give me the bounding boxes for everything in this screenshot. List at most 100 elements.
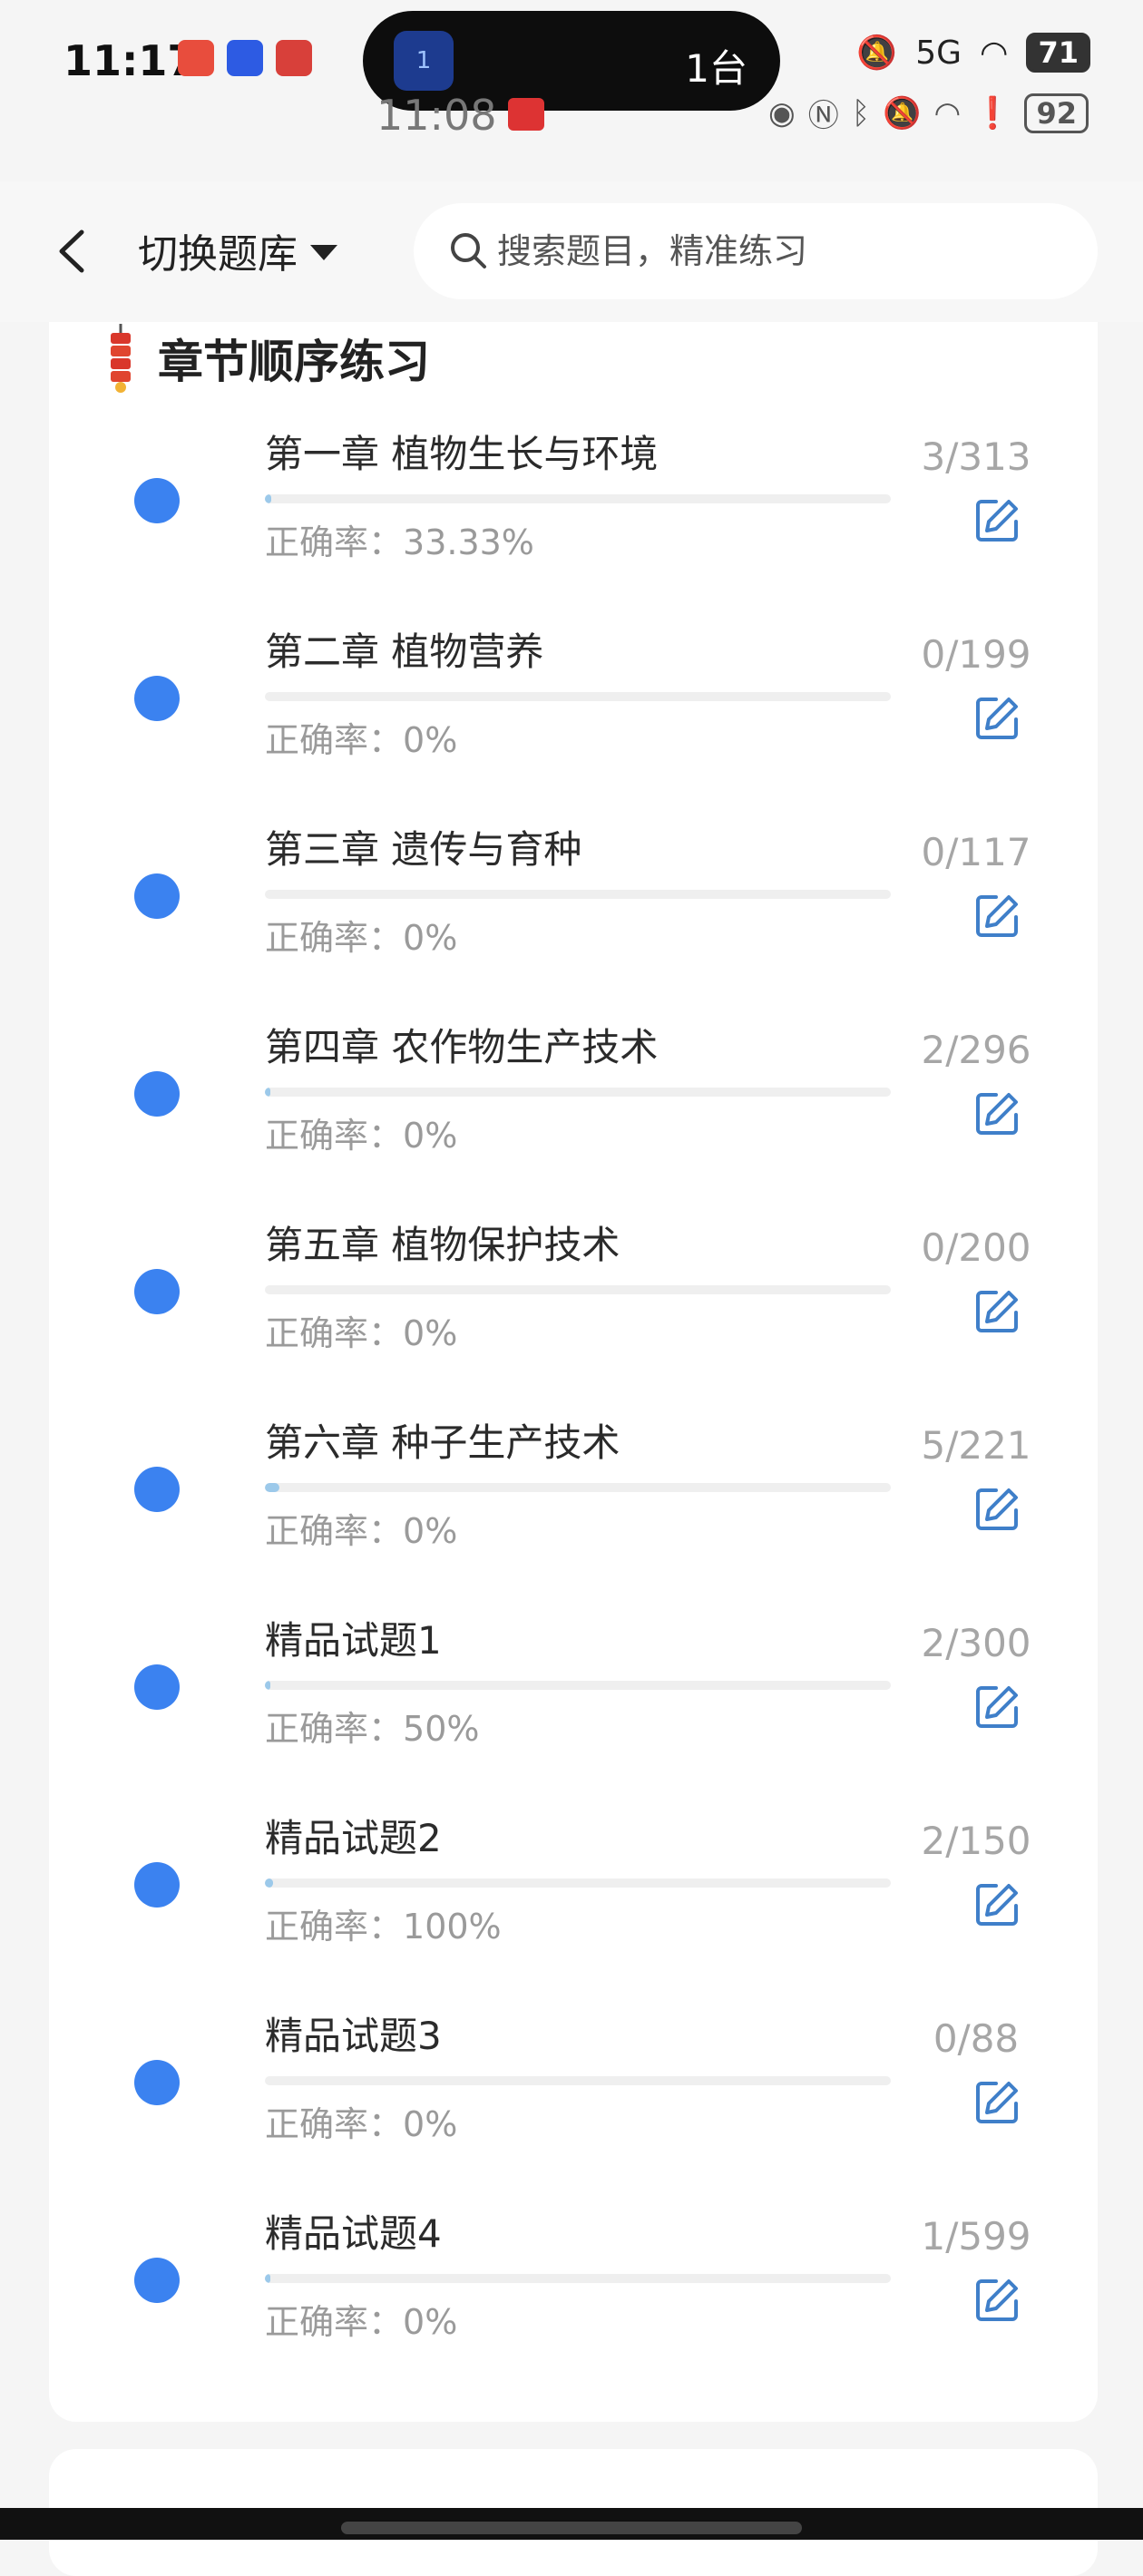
status-indicators: 🔕 5G ◠ 71 — [856, 33, 1090, 73]
chapter-count: 2/300 — [921, 1621, 1031, 1665]
accuracy-label: 正确率： — [265, 2302, 404, 2342]
chapter-progress-bar — [265, 890, 891, 899]
chapter-title: 第六章 种子生产技术 — [265, 1420, 620, 1465]
notification-icons — [178, 40, 312, 76]
chapter-row[interactable]: 第五章 植物保护技术 正确率：0% 0/200 — [49, 1204, 1098, 1401]
alert-icon: ❗ — [973, 94, 1012, 132]
chapter-bullet-icon — [134, 873, 180, 919]
accuracy-value: 0% — [403, 1313, 458, 1353]
search-bar[interactable] — [414, 203, 1098, 299]
chapter-title: 第三章 遗传与育种 — [265, 827, 582, 872]
chapter-progress-bar — [265, 2274, 891, 2283]
home-indicator[interactable] — [341, 2522, 802, 2534]
accuracy-label: 正确率： — [265, 1511, 404, 1551]
chapter-title: 第四章 农作物生产技术 — [265, 1025, 659, 1069]
edit-icon[interactable] — [972, 1089, 1021, 1138]
switch-bank-label: 切换题库 — [138, 231, 298, 278]
chapter-progress-bar — [265, 1088, 891, 1097]
accuracy-value: 33.33% — [403, 522, 534, 562]
chapter-bullet-icon — [134, 1664, 180, 1710]
chapter-accuracy: 正确率：0% — [265, 1305, 457, 1355]
accuracy-value: 0% — [403, 918, 458, 958]
chapter-accuracy: 正确率：0% — [265, 1107, 457, 1157]
chapter-row[interactable]: 第一章 植物生长与环境 正确率：33.33% 3/313 — [49, 413, 1098, 610]
chapter-progress-bar — [265, 494, 891, 503]
chapter-practice-card: 章节顺序练习 第一章 植物生长与环境 正确率：33.33% 3/313 第二章 … — [49, 322, 1098, 2422]
chapter-bullet-icon — [134, 478, 180, 523]
chapter-row[interactable]: 第三章 遗传与育种 正确率：0% 0/117 — [49, 808, 1098, 1006]
chapter-row[interactable]: 第六章 种子生产技术 正确率：0% 5/221 — [49, 1401, 1098, 1599]
chapter-count: 1/599 — [921, 2214, 1031, 2259]
battery-icon: 71 — [1026, 33, 1090, 73]
chapter-accuracy: 正确率：33.33% — [265, 514, 534, 564]
edit-icon[interactable] — [972, 2078, 1021, 2127]
chapter-count: 0/117 — [921, 830, 1031, 874]
edit-icon[interactable] — [972, 1683, 1021, 1732]
accuracy-label: 正确率： — [265, 522, 404, 562]
app-notification-icon — [227, 40, 263, 76]
chapter-title: 第二章 植物营养 — [265, 629, 544, 674]
search-input[interactable] — [495, 223, 1043, 279]
ghost-app-icon — [508, 98, 544, 131]
ghost-status-indicators: ◉ Ⓝ ᛒ 🔕 ◠ ❗ 92 — [768, 91, 1089, 135]
accuracy-label: 正确率： — [265, 1313, 404, 1353]
caret-down-icon — [310, 244, 337, 260]
edit-icon[interactable] — [972, 496, 1021, 545]
signal-icon: 5G — [915, 34, 962, 72]
chapter-row[interactable]: 精品试题3 正确率：0% 0/88 — [49, 1995, 1098, 2192]
chapter-progress-fill — [265, 1878, 274, 1888]
nfc-icon: Ⓝ — [807, 98, 839, 134]
chapter-bullet-icon — [134, 1071, 180, 1117]
accuracy-label: 正确率： — [265, 1907, 404, 1947]
app-notification-icon — [276, 40, 312, 76]
chapter-bullet-icon — [134, 2258, 180, 2303]
chapter-title: 精品试题2 — [265, 1816, 442, 1860]
wifi-icon: ◠ — [933, 94, 962, 132]
top-nav-bar: 切换题库 — [0, 181, 1143, 322]
accuracy-label: 正确率： — [265, 720, 404, 760]
chapter-accuracy: 正确率：50% — [265, 1701, 479, 1751]
accuracy-label: 正确率： — [265, 918, 404, 958]
broadcast-icon: 1 — [394, 31, 454, 91]
edit-icon[interactable] — [972, 1485, 1021, 1534]
chapter-count: 3/313 — [921, 434, 1031, 479]
section-title: 章节顺序练习 — [158, 336, 430, 388]
chapter-bullet-icon — [134, 676, 180, 721]
chapter-row[interactable]: 精品试题2 正确率：100% 2/150 — [49, 1797, 1098, 1995]
chapter-row[interactable]: 精品试题1 正确率：50% 2/300 — [49, 1599, 1098, 1797]
chapter-accuracy: 正确率：0% — [265, 2096, 457, 2146]
chapter-accuracy: 正确率：100% — [265, 1898, 502, 1948]
chapter-count: 5/221 — [921, 1423, 1031, 1468]
chapter-progress-bar — [265, 692, 891, 701]
chapter-row[interactable]: 第二章 植物营养 正确率：0% 0/199 — [49, 610, 1098, 808]
edit-icon[interactable] — [972, 1287, 1021, 1336]
edit-icon[interactable] — [972, 2276, 1021, 2325]
switch-question-bank-button[interactable]: 切换题库 — [138, 221, 337, 279]
chapter-row[interactable]: 第四章 农作物生产技术 正确率：0% 2/296 — [49, 1006, 1098, 1204]
chapter-count: 2/150 — [921, 1819, 1031, 1863]
chapter-accuracy: 正确率：0% — [265, 712, 457, 762]
chapter-title: 精品试题4 — [265, 2211, 442, 2256]
chapter-bullet-icon — [134, 1269, 180, 1314]
chapter-row[interactable]: 精品试题4 正确率：0% 1/599 — [49, 2192, 1098, 2390]
ghost-status-time: 11:08 — [376, 91, 497, 140]
chapter-count: 2/296 — [921, 1028, 1031, 1072]
chapter-count: 0/200 — [921, 1225, 1031, 1270]
accuracy-value: 100% — [403, 1907, 502, 1947]
battery-icon: 92 — [1024, 93, 1089, 133]
chapter-progress-bar — [265, 1285, 891, 1294]
edit-icon[interactable] — [972, 1880, 1021, 1929]
mute-icon: 🔕 — [883, 94, 922, 132]
edit-icon[interactable] — [972, 694, 1021, 743]
chapter-accuracy: 正确率：0% — [265, 2294, 457, 2344]
chapter-bullet-icon — [134, 1467, 180, 1512]
accuracy-value: 50% — [403, 1709, 480, 1749]
firecracker-icon — [111, 324, 131, 393]
edit-icon[interactable] — [972, 892, 1021, 941]
pill-label: 1台 — [685, 46, 747, 91]
chapter-accuracy: 正确率：0% — [265, 1503, 457, 1553]
back-arrow-icon[interactable] — [45, 220, 100, 283]
bluetooth-icon: ᛒ — [851, 94, 871, 132]
status-time: 11:17 — [64, 36, 197, 85]
accuracy-label: 正确率： — [265, 1709, 404, 1749]
